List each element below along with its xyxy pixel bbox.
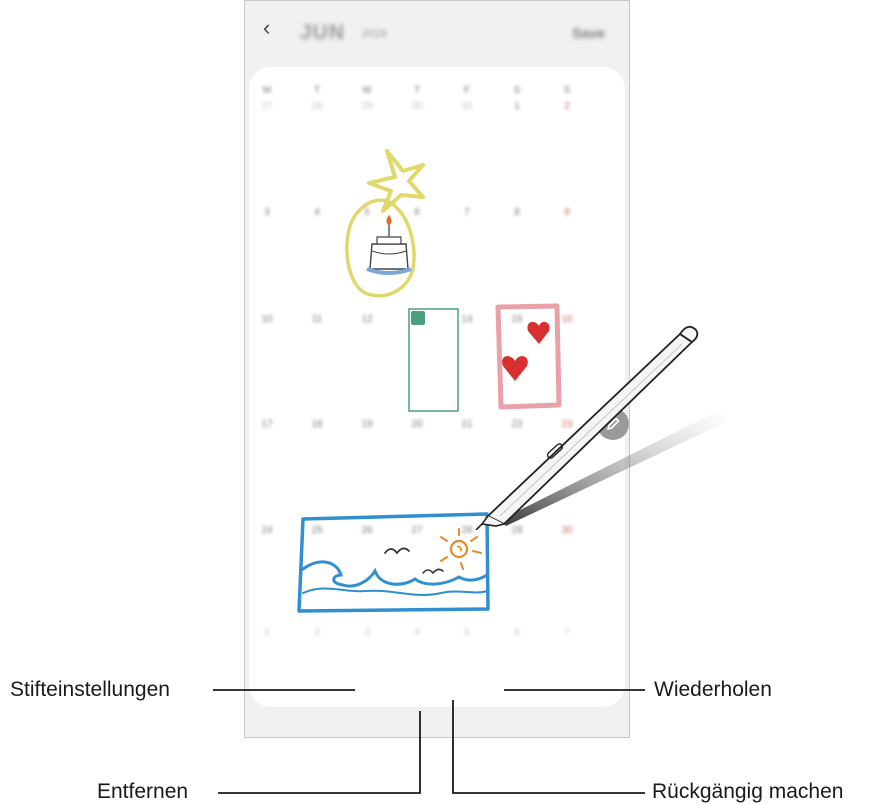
callout-pen-settings: Stifteinstellungen — [10, 678, 170, 701]
callout-eraser: Entfernen — [97, 780, 189, 803]
callout-undo: Rückgängig machen — [652, 780, 844, 803]
callout-redo: Wiederholen — [654, 678, 772, 701]
